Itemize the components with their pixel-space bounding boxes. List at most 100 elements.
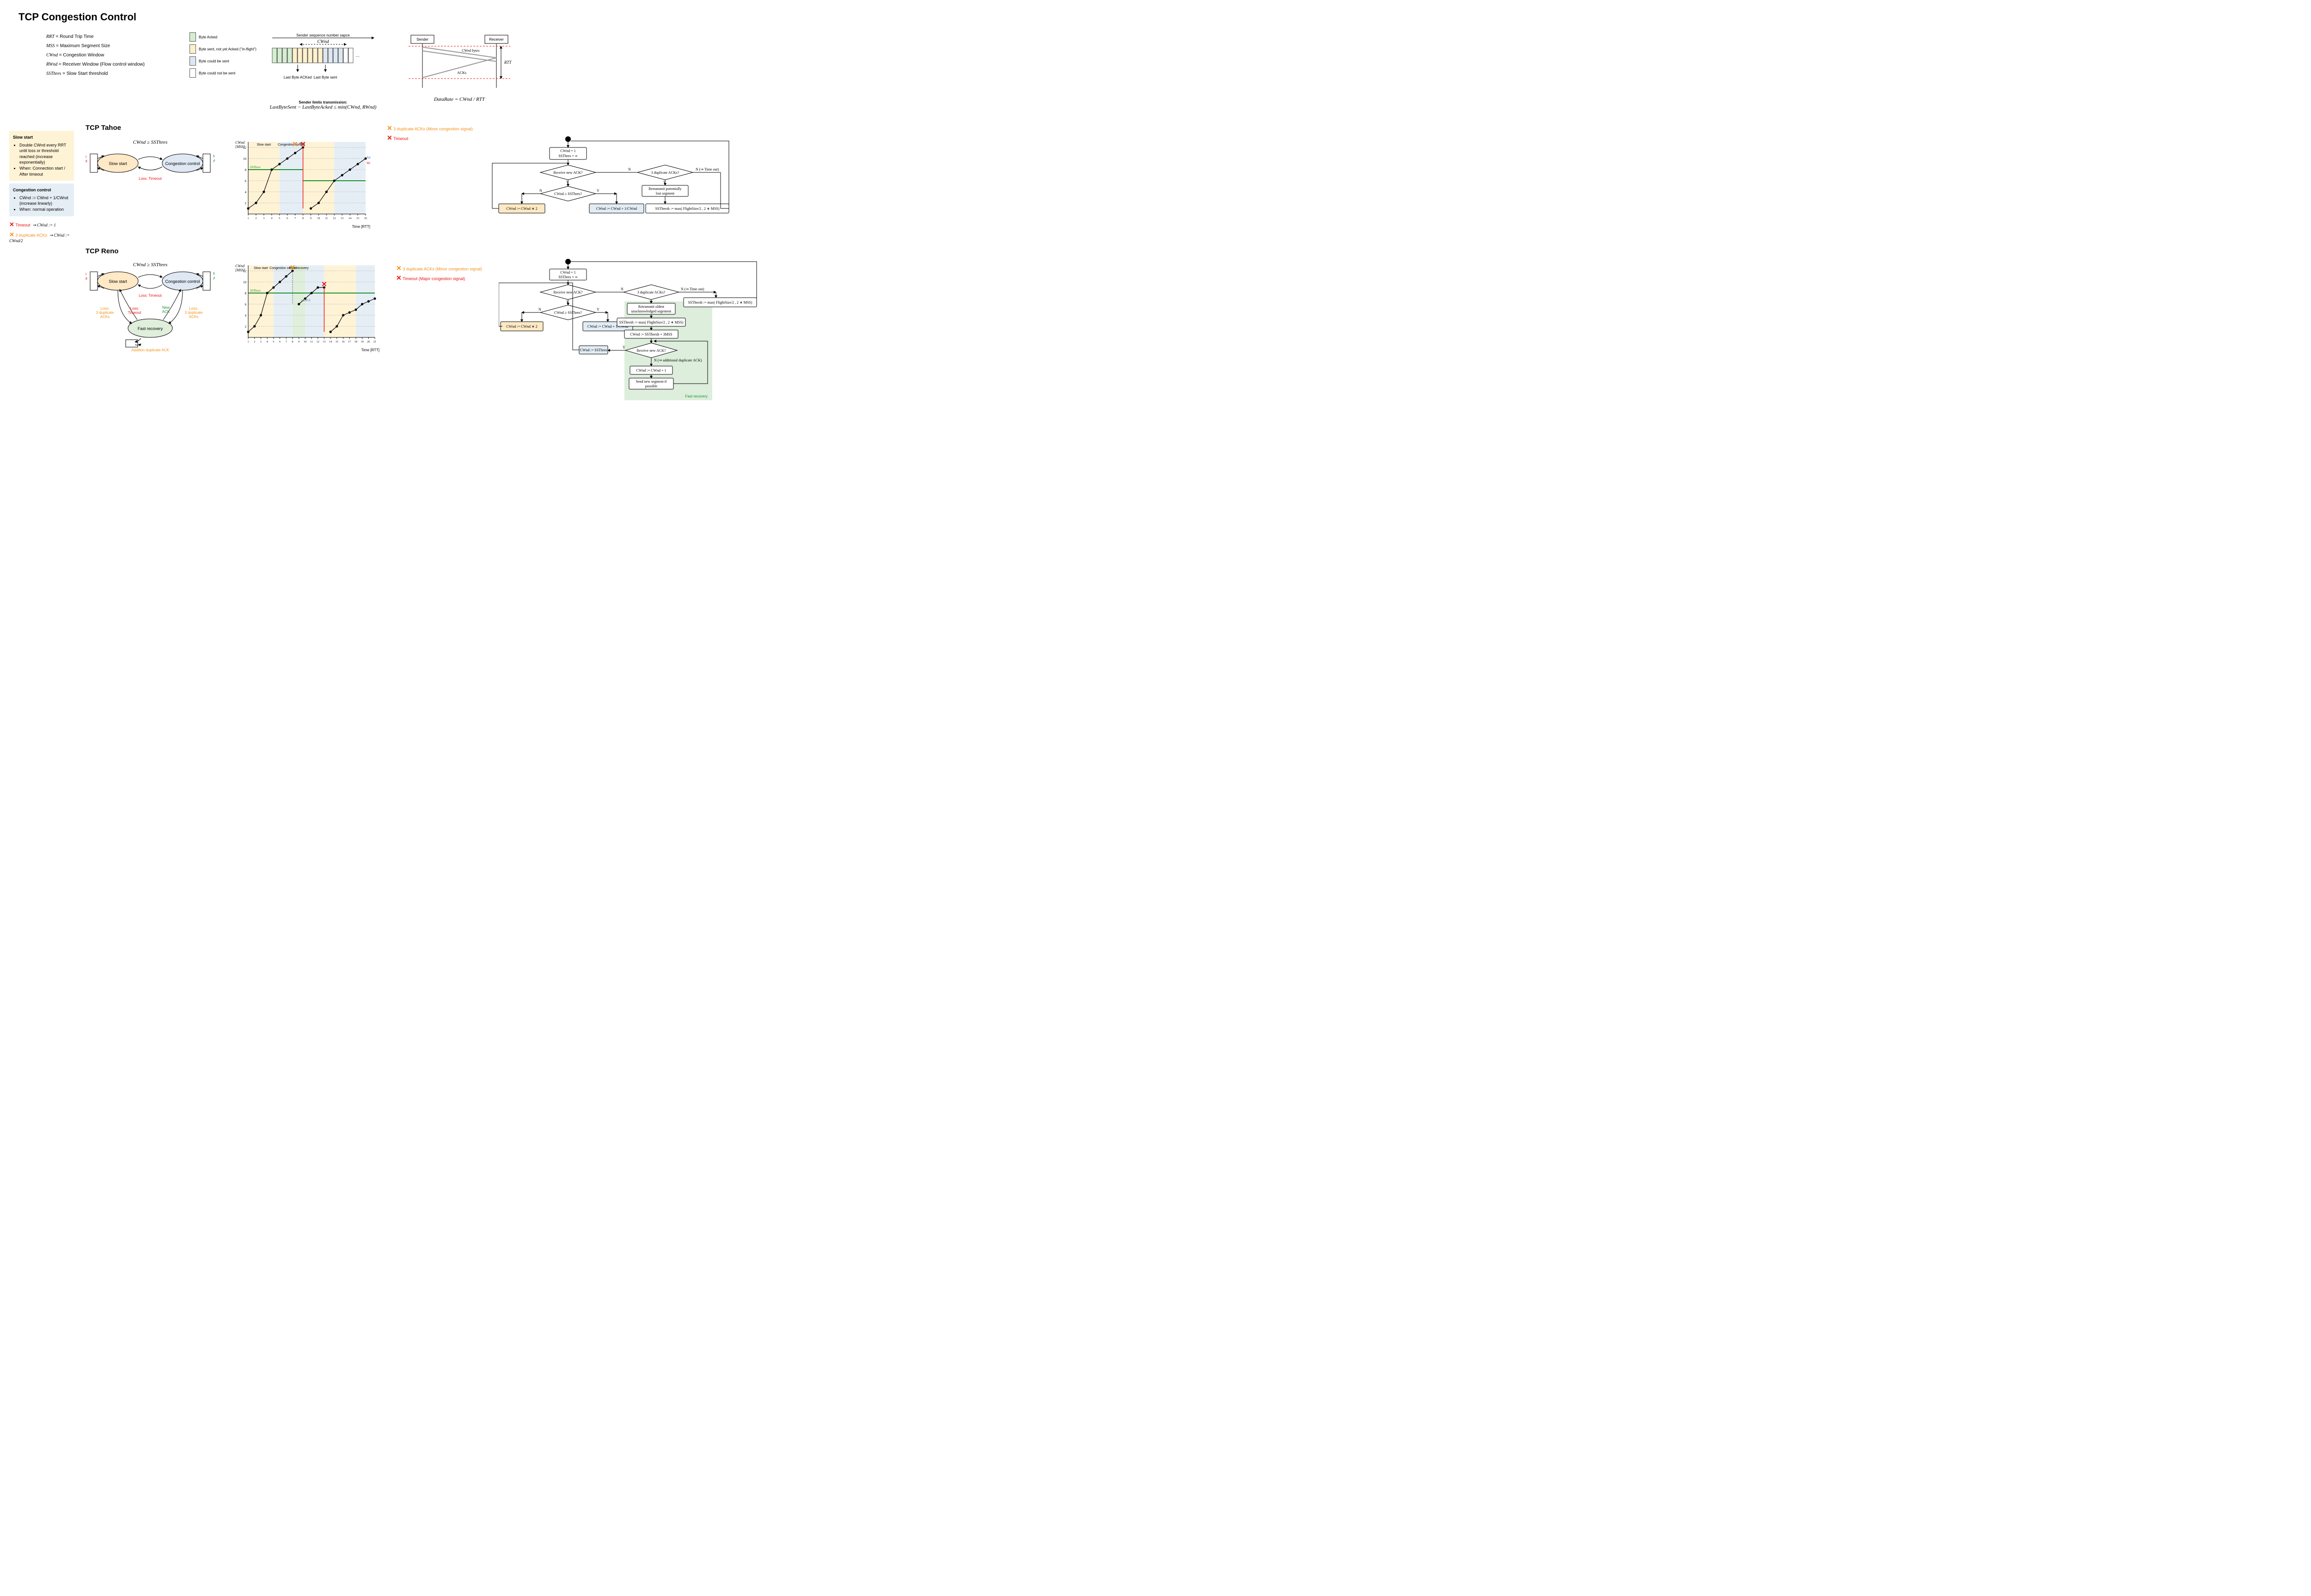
svg-text:18: 18 xyxy=(355,341,357,343)
page-title: TCP Congestion Control xyxy=(18,11,712,23)
reno-state-machine: CWnd ≥ SSThres Slow start Congestion con… xyxy=(86,259,215,357)
svg-text:NewACK: NewACK xyxy=(162,306,170,314)
svg-text:✕: ✕ xyxy=(292,141,298,148)
svg-text:3: 3 xyxy=(263,217,264,220)
svg-text:Fast recovery: Fast recovery xyxy=(685,394,707,398)
svg-text:Loss: Timeout: Loss: Timeout xyxy=(139,294,162,298)
svg-text:5: 5 xyxy=(273,341,274,343)
svg-text:SSThresh := max( FlightSize/2: SSThresh := max( FlightSize/2 , 2 ∗ MSS) xyxy=(619,320,683,324)
svg-text:Y: Y xyxy=(663,180,666,184)
svg-text:19: 19 xyxy=(361,341,364,343)
svg-text:CWnd ≥ SSThres: CWnd ≥ SSThres xyxy=(133,140,168,145)
svg-text:Sender: Sender xyxy=(416,37,428,42)
svg-text:10: 10 xyxy=(304,341,306,343)
svg-text:Y: Y xyxy=(623,345,625,349)
svg-text:Loss:Timeout: Loss:Timeout xyxy=(86,154,88,163)
reno-chart: 24681012SSThres1234567891011121314151617… xyxy=(232,259,379,352)
svg-text:4: 4 xyxy=(271,217,272,220)
svg-text:6: 6 xyxy=(245,303,247,306)
svg-text:9: 9 xyxy=(310,217,312,220)
svg-text:8: 8 xyxy=(302,217,304,220)
svg-text:21: 21 xyxy=(373,341,376,343)
svg-text:RTT: RTT xyxy=(504,60,512,65)
svg-text:6: 6 xyxy=(279,341,281,343)
svg-text:SSThres: SSThres xyxy=(250,289,261,293)
svg-text:CWnd = 1: CWnd = 1 xyxy=(560,270,575,275)
svg-text:CWnd ≥ SSThres: CWnd ≥ SSThres xyxy=(133,262,168,268)
svg-text:Slow start: Slow start xyxy=(109,279,127,284)
svg-text:2: 2 xyxy=(255,217,257,220)
svg-text:8: 8 xyxy=(245,168,247,172)
svg-text:Retransmit oldest: Retransmit oldest xyxy=(638,305,665,309)
svg-text:CWnd := SSThres: CWnd := SSThres xyxy=(580,348,607,352)
svg-text:Last Byte ACKed: Last Byte ACKed xyxy=(284,75,312,79)
byte-legend: Byte Acked Byte sent, not yet Acked ("in… xyxy=(190,32,257,110)
svg-text:Loss:Timeout: Loss:Timeout xyxy=(86,272,88,281)
svg-text:Fast recovery: Fast recovery xyxy=(138,326,163,331)
svg-text:Slow start: Slow start xyxy=(109,161,127,166)
svg-text:17: 17 xyxy=(348,341,351,343)
svg-text:10: 10 xyxy=(243,281,247,284)
svg-text:N (⇒ Time out): N (⇒ Time out) xyxy=(696,167,719,171)
svg-text:9: 9 xyxy=(298,341,300,343)
svg-text:4: 4 xyxy=(245,190,247,194)
tahoe-flowchart: CWnd = 1 SSThres = ∞ Receive new ACK? Y … xyxy=(489,135,730,225)
svg-text:15: 15 xyxy=(356,217,359,220)
svg-text:12: 12 xyxy=(333,217,336,220)
svg-text:Additively Increase (AI): Additively Increase (AI) xyxy=(367,156,370,159)
svg-text:ACKs: ACKs xyxy=(457,71,466,75)
svg-text:N: N xyxy=(621,287,624,291)
svg-text:Y: Y xyxy=(566,180,569,184)
reno-title: TCP Reno xyxy=(86,247,712,255)
svg-text:2: 2 xyxy=(245,325,247,329)
svg-text:Y: Y xyxy=(597,307,599,312)
svg-text:Sender sequence number sapce: Sender sequence number sapce xyxy=(296,33,350,37)
svg-text:6: 6 xyxy=(245,179,247,183)
svg-text:2: 2 xyxy=(245,202,247,205)
svg-text:SSThresh := max( FlightSize/2: SSThresh := max( FlightSize/2 , 2 ∗ MSS) xyxy=(655,207,719,211)
svg-text:8: 8 xyxy=(292,341,293,343)
svg-text:CWnd: CWnd xyxy=(235,141,245,145)
svg-text:N: N xyxy=(539,189,542,193)
byte-window-illustration: Sender sequence number sapce CWnd ⋯ Last… xyxy=(263,32,383,110)
svg-text:10: 10 xyxy=(243,157,247,161)
svg-text:N (⇒ Time out): N (⇒ Time out) xyxy=(681,287,704,291)
svg-text:CWnd := CWnd ∗ 2: CWnd := CWnd ∗ 2 xyxy=(506,207,537,211)
svg-text:CWnd = 1: CWnd = 1 xyxy=(560,149,575,153)
svg-text:2: 2 xyxy=(254,341,255,343)
tahoe-state-machine: CWnd ≥ SSThres Slow start Congestion con… xyxy=(86,135,215,197)
svg-text:13: 13 xyxy=(323,341,325,343)
svg-text:Loss: Timeout: Loss: Timeout xyxy=(139,177,162,181)
svg-text:CWnd ≥ SSThres?: CWnd ≥ SSThres? xyxy=(554,192,582,196)
limit-formula: LastByteSent − LastByteAcked ≤ min(CWnd,… xyxy=(263,104,383,110)
svg-text:unacknowledged segement: unacknowledged segement xyxy=(631,309,672,313)
svg-text:1: 1 xyxy=(248,341,249,343)
svg-text:N: N xyxy=(628,167,631,171)
svg-text:13: 13 xyxy=(341,217,343,220)
svg-text:Loss:Timeout: Loss:Timeout xyxy=(128,306,141,315)
svg-text:Y: Y xyxy=(597,189,599,193)
svg-text:or: or xyxy=(300,141,303,145)
svg-text:CWnd := CWnd + 1: CWnd := CWnd + 1 xyxy=(636,368,666,373)
svg-text:CWnd bytes: CWnd bytes xyxy=(462,49,479,53)
svg-text:NewACK: NewACK xyxy=(213,272,215,281)
definitions: RRT = Round Trip Time MSS = Maximum Segm… xyxy=(46,32,166,79)
svg-text:7: 7 xyxy=(286,341,287,343)
svg-text:Slow start: Slow start xyxy=(257,143,271,147)
svg-text:N: N xyxy=(538,307,541,312)
svg-text:Multiplicatively Decrease (MD): Multiplicatively Decrease (MD) xyxy=(367,161,370,165)
reno-chart-legend: ✕ 3 duplicate ACKs (Minor congestion sig… xyxy=(396,264,482,282)
svg-text:Send new segment if: Send new segment if xyxy=(636,379,666,384)
svg-text:3 duplicate ACKs?: 3 duplicate ACKs? xyxy=(651,171,679,175)
svg-text:CWnd: CWnd xyxy=(235,264,245,268)
svg-text:CWnd := CWnd ∗ 2: CWnd := CWnd ∗ 2 xyxy=(506,324,537,329)
tahoe-chart: 24681012SSThres12345678910111213141516Sl… xyxy=(232,135,370,229)
svg-text:✕: ✕ xyxy=(290,264,296,272)
svg-text:CWnd: CWnd xyxy=(317,39,329,44)
svg-text:15: 15 xyxy=(336,341,338,343)
svg-text:N (⇒ additional duplicate ACK): N (⇒ additional duplicate ACK) xyxy=(654,358,702,362)
svg-text:CWnd := SSThresh + 3MSS: CWnd := SSThresh + 3MSS xyxy=(630,332,672,336)
svg-text:6: 6 xyxy=(287,217,288,220)
svg-text:11: 11 xyxy=(310,341,313,343)
rtt-illustration: Sender Receiver CWnd bytes ACKs RTT Data… xyxy=(406,32,513,102)
